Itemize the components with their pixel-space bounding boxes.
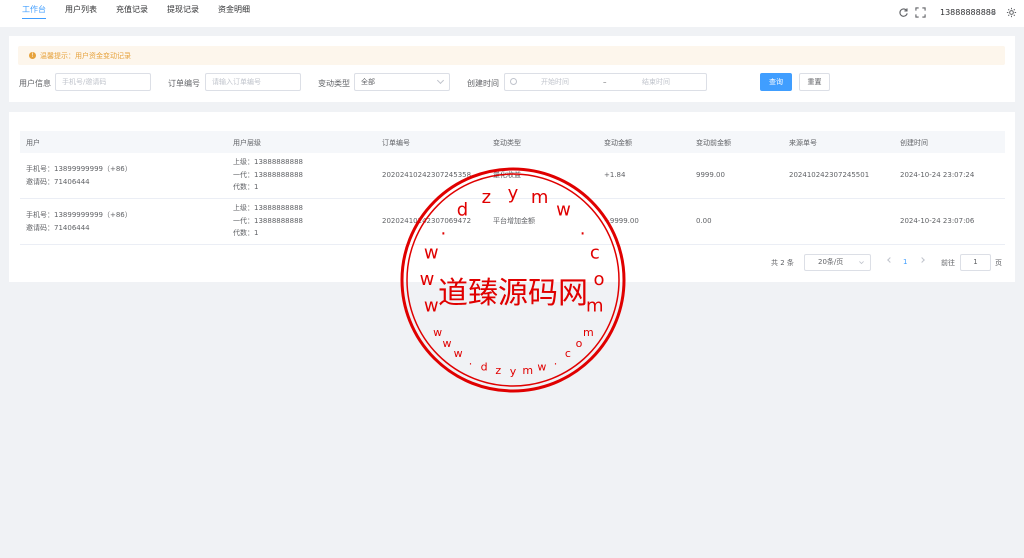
source-no: 202410242307245501 bbox=[789, 171, 870, 179]
stamp-ring-letter: w bbox=[454, 347, 463, 360]
chevron-down-icon bbox=[436, 76, 445, 85]
stamp-ring-text-bottom: www. d z y m w .com bbox=[433, 326, 594, 378]
table-panel: 用户 用户层级 订单编号 变动类型 变动金额 变动前金额 来源单号 创建时间 手… bbox=[9, 112, 1015, 282]
change-amount: +9999.00 bbox=[604, 217, 639, 225]
created-time-label: 创建时间 bbox=[467, 79, 499, 88]
pagination-total: 共 2 条 bbox=[771, 259, 794, 267]
reset-button[interactable]: 重置 bbox=[799, 73, 830, 91]
change-type-value: 全部 bbox=[361, 78, 375, 86]
order-no-label: 订单编号 bbox=[168, 79, 200, 88]
change-type-select[interactable]: 全部 bbox=[354, 73, 450, 91]
stamp-ring-letter: o bbox=[576, 337, 583, 350]
level-gen1: 一代：13888888888 bbox=[233, 170, 303, 179]
date-range-picker[interactable]: 开始时间 – 结束时间 bbox=[504, 73, 707, 91]
stamp-ring-letter: w bbox=[443, 337, 452, 350]
warning-icon: ! bbox=[29, 52, 36, 59]
stamp-ring-letter: . bbox=[554, 355, 558, 368]
page-size-value: 20条/页 bbox=[818, 258, 844, 266]
goto-page-input[interactable]: 1 bbox=[960, 254, 991, 271]
user-menu[interactable]: 13888888888 bbox=[940, 8, 996, 17]
user-invite-code: 邀请码：71406444 bbox=[26, 178, 90, 186]
stamp-ring-letter: w bbox=[424, 296, 439, 317]
change-type-label: 变动类型 bbox=[318, 79, 350, 88]
filter-panel: ! 温馨提示：用户资金变动记录 用户信息 手机号/邀请码 订单编号 请输入订单编… bbox=[9, 36, 1015, 102]
stamp-ring-letter: w bbox=[537, 360, 546, 373]
col-order-no: 订单编号 bbox=[382, 139, 410, 147]
fullscreen-icon[interactable] bbox=[915, 7, 926, 18]
search-button[interactable]: 查询 bbox=[760, 73, 792, 91]
order-no: 20202410242307069472 bbox=[382, 217, 472, 225]
table-row: 手机号：13899999999（+86） 邀请码：71406444 上级：138… bbox=[20, 199, 1005, 245]
stamp-ring-letter: m bbox=[586, 296, 604, 317]
order-no-input[interactable]: 请输入订单编号 bbox=[205, 73, 301, 91]
user-info-input[interactable]: 手机号/邀请码 bbox=[55, 73, 151, 91]
user-phone: 手机号：13899999999（+86） bbox=[26, 165, 132, 173]
col-change-type: 变动类型 bbox=[493, 139, 521, 147]
chevron-down-icon[interactable] bbox=[989, 9, 997, 17]
stamp-ring-letter: w bbox=[433, 326, 442, 339]
notice-banner: ! 温馨提示：用户资金变动记录 bbox=[18, 46, 1005, 65]
refresh-icon[interactable] bbox=[898, 7, 909, 18]
created-time: 2024-10-24 23:07:06 bbox=[900, 217, 975, 225]
tab-user-list[interactable]: 用户列表 bbox=[65, 4, 97, 15]
level-superior: 上级：13888888888 bbox=[233, 204, 303, 212]
notice-text: 温馨提示：用户资金变动记录 bbox=[40, 52, 131, 60]
date-separator: – bbox=[603, 78, 607, 86]
created-time: 2024-10-24 23:07:24 bbox=[900, 171, 975, 179]
change-type: 平台增加金额 bbox=[493, 217, 535, 225]
tab-recharge-records[interactable]: 充值记录 bbox=[116, 4, 148, 15]
stamp-ring-letter: c bbox=[565, 347, 571, 360]
stamp-ring-letter: y bbox=[510, 365, 517, 378]
stamp-ring-letter: d bbox=[481, 360, 488, 373]
col-change-amount: 变动金额 bbox=[604, 139, 632, 147]
user-phone: 手机号：13899999999（+86） bbox=[26, 211, 132, 219]
user-info-label: 用户信息 bbox=[19, 79, 51, 88]
col-user-level: 用户层级 bbox=[233, 139, 261, 147]
before-amount: 0.00 bbox=[696, 217, 712, 225]
stamp-ring-letter: . bbox=[469, 355, 473, 368]
date-start[interactable]: 开始时间 bbox=[541, 74, 569, 90]
page-size-select[interactable]: 20条/页 bbox=[804, 254, 871, 271]
stamp-ring-letter: m bbox=[583, 326, 594, 339]
prev-page-icon[interactable] bbox=[887, 257, 893, 263]
goto-label: 前往 bbox=[941, 259, 955, 267]
tab-fund-details[interactable]: 资金明细 bbox=[218, 4, 250, 15]
date-end[interactable]: 结束时间 bbox=[642, 74, 670, 90]
user-invite-code: 邀请码：71406444 bbox=[26, 224, 90, 232]
clock-icon bbox=[510, 78, 517, 85]
change-type: 量化收益 bbox=[493, 171, 521, 179]
gear-icon[interactable] bbox=[1006, 7, 1017, 18]
table-header: 用户 用户层级 订单编号 变动类型 变动金额 变动前金额 来源单号 创建时间 bbox=[20, 131, 1005, 153]
level-superior: 上级：13888888888 bbox=[233, 158, 303, 166]
stamp-ring-letter: z bbox=[495, 364, 501, 377]
stamp-ring-letter: m bbox=[522, 364, 533, 377]
col-user: 用户 bbox=[26, 139, 40, 147]
goto-suffix: 页 bbox=[995, 259, 1002, 267]
col-created-time: 创建时间 bbox=[900, 139, 928, 147]
table-row: 手机号：13899999999（+86） 邀请码：71406444 上级：138… bbox=[20, 153, 1005, 199]
tab-withdraw-records[interactable]: 提现记录 bbox=[167, 4, 199, 15]
order-no: 20202410242307245358 bbox=[382, 171, 472, 179]
level-gen1: 一代：13888888888 bbox=[233, 216, 303, 225]
before-amount: 9999.00 bbox=[696, 171, 725, 179]
level-count: 代数：1 bbox=[233, 183, 259, 191]
col-before-amount: 变动前金额 bbox=[696, 139, 731, 147]
col-source-no: 来源单号 bbox=[789, 139, 817, 147]
top-nav: 工作台 用户列表 充值记录 提现记录 资金明细 13888888888 bbox=[0, 0, 1024, 27]
level-count: 代数：1 bbox=[233, 229, 259, 237]
next-page-icon[interactable] bbox=[919, 257, 925, 263]
change-amount: +1.84 bbox=[604, 171, 626, 179]
tab-workbench[interactable]: 工作台 bbox=[22, 4, 46, 19]
chevron-down-icon bbox=[859, 261, 864, 265]
page-number-current[interactable]: 1 bbox=[903, 258, 907, 266]
